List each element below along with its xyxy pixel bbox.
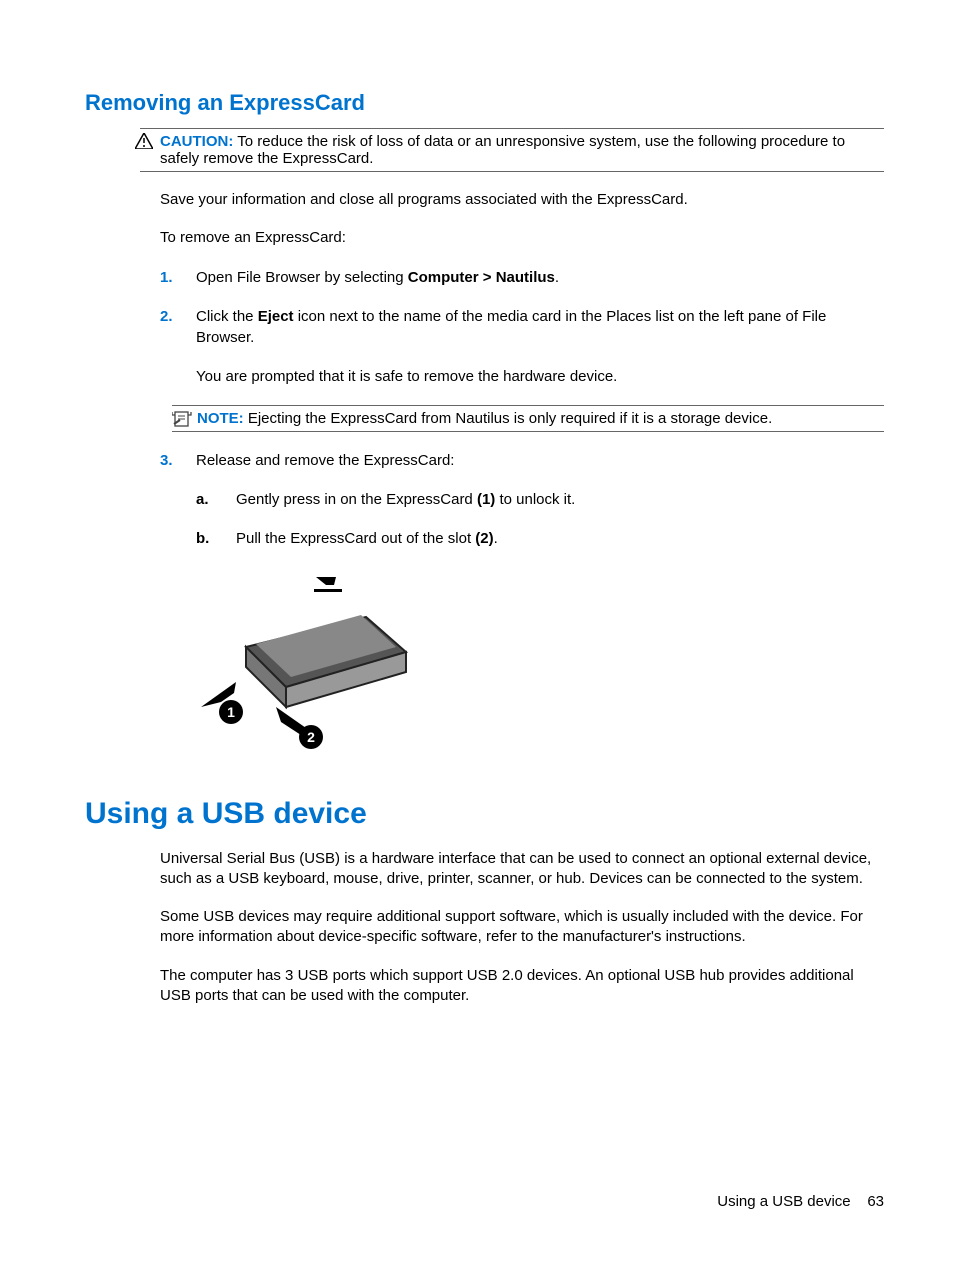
note-callout: NOTE: Ejecting the ExpressCard from Naut… — [172, 405, 884, 432]
substep-a: Gently press in on the ExpressCard (1) t… — [196, 489, 884, 510]
caution-label: CAUTION: — [160, 133, 233, 150]
section-heading-usb: Using a USB device — [85, 797, 884, 831]
steps-list-continued: Release and remove the ExpressCard: Gent… — [160, 450, 884, 757]
step-2-followup: You are prompted that it is safe to remo… — [196, 366, 884, 387]
substep-b: Pull the ExpressCard out of the slot (2)… — [196, 528, 884, 549]
section-heading-removing: Removing an ExpressCard — [85, 90, 884, 116]
substeps-list: Gently press in on the ExpressCard (1) t… — [196, 489, 884, 549]
caution-callout: CAUTION: To reduce the risk of loss of d… — [140, 128, 884, 172]
footer-title: Using a USB device — [717, 1193, 850, 1210]
usb-para-1: Universal Serial Bus (USB) is a hardware… — [160, 849, 884, 890]
page-footer: Using a USB device 63 — [717, 1193, 884, 1210]
expresscard-diagram: 1 2 — [186, 567, 446, 757]
svg-text:2: 2 — [307, 729, 315, 745]
note-label: NOTE: — [197, 410, 244, 427]
step-1: Open File Browser by selecting Computer … — [160, 267, 884, 288]
usb-para-3: The computer has 3 USB ports which suppo… — [160, 966, 884, 1007]
step-3: Release and remove the ExpressCard: Gent… — [160, 450, 884, 757]
note-text: Ejecting the ExpressCard from Nautilus i… — [248, 410, 772, 427]
note-icon — [172, 410, 192, 432]
caution-text: To reduce the risk of loss of data or an… — [160, 133, 845, 167]
usb-para-2: Some USB devices may require additional … — [160, 907, 884, 948]
svg-text:1: 1 — [227, 704, 235, 720]
intro-para-2: To remove an ExpressCard: — [160, 228, 884, 248]
caution-icon — [135, 133, 153, 153]
intro-para-1: Save your information and close all prog… — [160, 190, 884, 210]
footer-page: 63 — [867, 1193, 884, 1210]
steps-list: Open File Browser by selecting Computer … — [160, 267, 884, 387]
step-2: Click the Eject icon next to the name of… — [160, 306, 884, 387]
